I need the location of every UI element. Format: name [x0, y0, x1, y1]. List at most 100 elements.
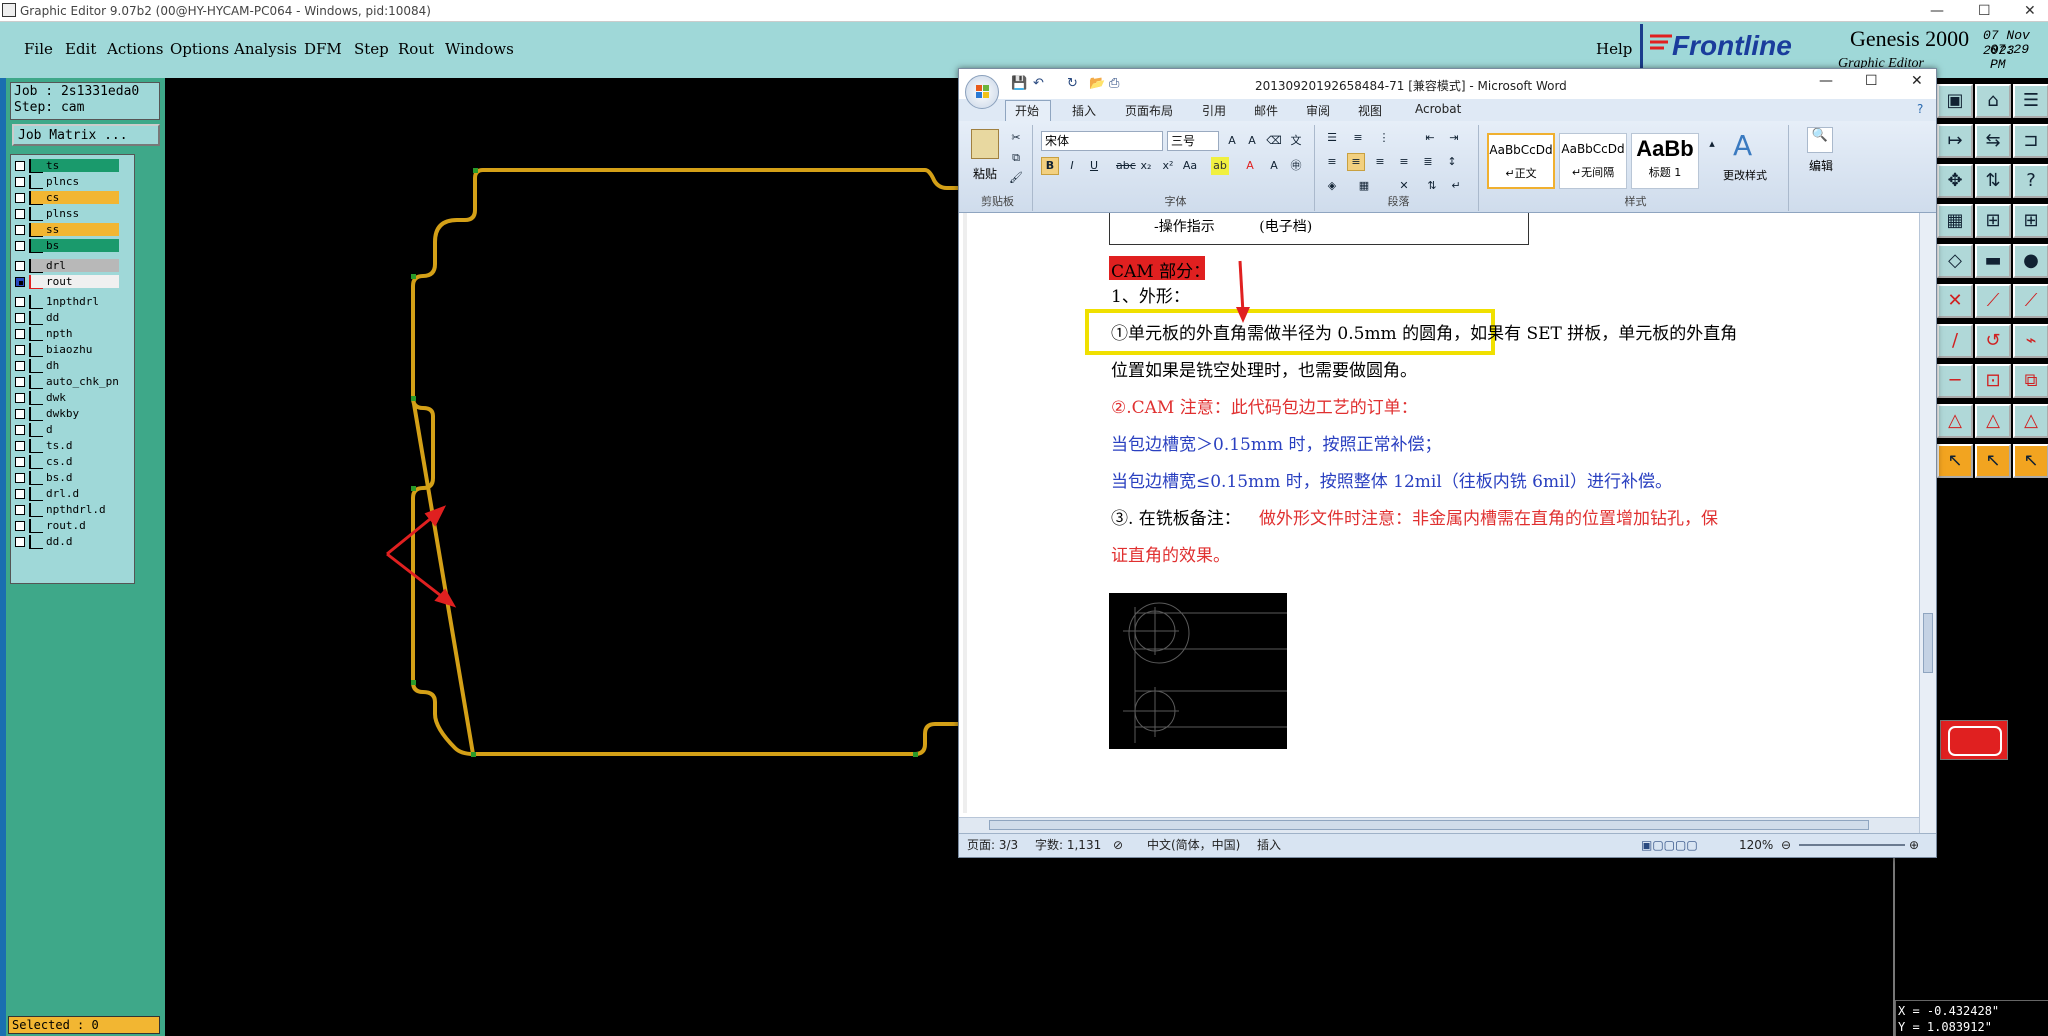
- copy-icon[interactable]: ⧉: [1007, 149, 1025, 167]
- layer-name[interactable]: npthdrl.d: [31, 503, 119, 516]
- layer-checkbox[interactable]: [15, 489, 25, 499]
- maximize-icon[interactable]: ☐: [1978, 0, 1991, 22]
- subscript-icon[interactable]: x₂: [1137, 157, 1155, 175]
- underline-icon[interactable]: U: [1085, 157, 1103, 175]
- style-normal[interactable]: AaBbCcDd ↵正文: [1487, 133, 1555, 189]
- save-icon[interactable]: 💾: [1011, 76, 1027, 91]
- layer-row[interactable]: plnss: [11, 207, 136, 221]
- layer-checkbox[interactable]: [15, 457, 25, 467]
- multilevel-icon[interactable]: ⋮: [1375, 129, 1393, 147]
- tool-button-icon[interactable]: ⌁: [2013, 324, 2048, 358]
- tool-button-icon[interactable]: ⧉: [2013, 364, 2048, 398]
- undo-icon[interactable]: ↶: [1033, 76, 1044, 91]
- redo-icon[interactable]: ↻: [1067, 76, 1078, 91]
- layer-name[interactable]: drl.d: [31, 487, 119, 500]
- styles-scroll-icon[interactable]: ▴: [1703, 135, 1721, 153]
- print-icon[interactable]: ⎙: [1109, 76, 1119, 91]
- layer-row[interactable]: npth: [11, 327, 136, 341]
- office-button[interactable]: [965, 75, 999, 109]
- tool-button-icon[interactable]: ◇: [1937, 244, 1973, 278]
- tool-button-icon[interactable]: ?: [2013, 164, 2048, 198]
- tab-insert[interactable]: 插入: [1072, 102, 1096, 119]
- layer-checkbox[interactable]: [15, 297, 25, 307]
- font-name-select[interactable]: 宋体: [1041, 131, 1163, 151]
- layer-name[interactable]: bs.d: [31, 471, 119, 484]
- layer-row[interactable]: dwk: [11, 391, 136, 405]
- tool-button-icon[interactable]: ✥: [1937, 164, 1973, 198]
- paste-icon[interactable]: [971, 129, 999, 159]
- layer-checkbox[interactable]: [15, 193, 25, 203]
- tool-button-icon[interactable]: ↖: [2013, 444, 2048, 478]
- tool-button-icon[interactable]: ⊡: [1975, 364, 2011, 398]
- zoom-out-icon[interactable]: ⊖: [1781, 834, 1791, 856]
- layer-row[interactable]: auto_chk_pn: [11, 375, 136, 389]
- layer-checkbox[interactable]: [15, 537, 25, 547]
- layer-checkbox[interactable]: [15, 329, 25, 339]
- layer-name[interactable]: bs: [31, 239, 119, 252]
- layer-name[interactable]: d: [31, 423, 119, 436]
- layer-checkbox[interactable]: [15, 225, 25, 235]
- tool-button-icon[interactable]: ▣: [1937, 84, 1973, 118]
- layer-checkbox[interactable]: [15, 377, 25, 387]
- tool-button-icon[interactable]: ⟋: [2013, 284, 2048, 318]
- tool-button-icon[interactable]: ↦: [1937, 124, 1973, 158]
- strikethrough-icon[interactable]: abc: [1115, 157, 1136, 175]
- tab-view[interactable]: 视图: [1358, 102, 1382, 119]
- tool-button-icon[interactable]: ▦: [1937, 204, 1973, 238]
- layer-name[interactable]: rout.d: [31, 519, 119, 532]
- layer-name[interactable]: dh: [31, 359, 119, 372]
- layer-checkbox[interactable]: [15, 209, 25, 219]
- layer-row[interactable]: biaozhu: [11, 343, 136, 357]
- layer-name[interactable]: 1npthdrl: [31, 295, 119, 308]
- paste-label[interactable]: 粘贴: [973, 165, 997, 182]
- layer-name[interactable]: drl: [31, 259, 119, 272]
- tool-button-icon[interactable]: ▬: [1975, 244, 2011, 278]
- layer-checkbox[interactable]: [15, 345, 25, 355]
- menu-actions[interactable]: Actions: [107, 40, 163, 58]
- tool-button-icon[interactable]: △: [2013, 404, 2048, 438]
- layer-row[interactable]: rout.d: [11, 519, 136, 533]
- help-icon[interactable]: ?: [1917, 102, 1923, 116]
- layer-checkbox[interactable]: [15, 425, 25, 435]
- word-minimize-icon[interactable]: —: [1819, 73, 1833, 89]
- tool-button-icon[interactable]: ⟋: [1975, 284, 2011, 318]
- tool-button-icon[interactable]: ↺: [1975, 324, 2011, 358]
- increase-indent-icon[interactable]: ⇥: [1445, 129, 1463, 147]
- tool-button-icon[interactable]: ─: [1937, 364, 1973, 398]
- tab-page-layout[interactable]: 页面布局: [1125, 102, 1173, 119]
- tool-button-icon[interactable]: ●: [2013, 244, 2048, 278]
- vertical-scrollbar[interactable]: [1919, 213, 1936, 835]
- tool-button-icon[interactable]: ⇅: [1975, 164, 2011, 198]
- layer-name[interactable]: npth: [31, 327, 119, 340]
- menu-options[interactable]: Options: [170, 40, 229, 58]
- tab-home[interactable]: 开始: [1015, 102, 1039, 119]
- edit-label[interactable]: 编辑: [1809, 157, 1833, 174]
- layer-row[interactable]: drl.d: [11, 487, 136, 501]
- layer-row[interactable]: cs.d: [11, 455, 136, 469]
- tool-button-icon[interactable]: ✕: [1937, 284, 1973, 318]
- numbering-icon[interactable]: ≡: [1349, 129, 1367, 147]
- layer-row[interactable]: cs: [11, 191, 136, 205]
- char-shading-icon[interactable]: A: [1265, 157, 1283, 175]
- layer-row[interactable]: dh: [11, 359, 136, 373]
- layer-row[interactable]: rout: [11, 275, 136, 289]
- distributed-icon[interactable]: ≣: [1419, 153, 1437, 171]
- open-icon[interactable]: 📂: [1089, 76, 1105, 91]
- clear-format-icon[interactable]: ⌫: [1265, 132, 1283, 150]
- layer-row[interactable]: dd: [11, 311, 136, 325]
- menu-file[interactable]: File: [24, 40, 53, 58]
- layer-name[interactable]: dd.d: [31, 535, 119, 548]
- menu-analysis[interactable]: Analysis: [234, 40, 297, 58]
- horizontal-scrollbar[interactable]: [959, 817, 1919, 833]
- layer-name[interactable]: dwk: [31, 391, 119, 404]
- layer-row[interactable]: ss: [11, 223, 136, 237]
- tool-button-icon[interactable]: ⌂: [1975, 84, 2011, 118]
- change-case-icon[interactable]: Aa: [1181, 157, 1199, 175]
- layer-row[interactable]: ts: [11, 159, 136, 173]
- menu-help[interactable]: Help: [1596, 40, 1632, 58]
- superscript-icon[interactable]: x²: [1159, 157, 1177, 175]
- layer-name[interactable]: ts: [31, 159, 119, 172]
- layer-name[interactable]: biaozhu: [31, 343, 119, 356]
- line-spacing-icon[interactable]: ↕: [1443, 153, 1461, 171]
- font-size-select[interactable]: 三号: [1167, 131, 1219, 151]
